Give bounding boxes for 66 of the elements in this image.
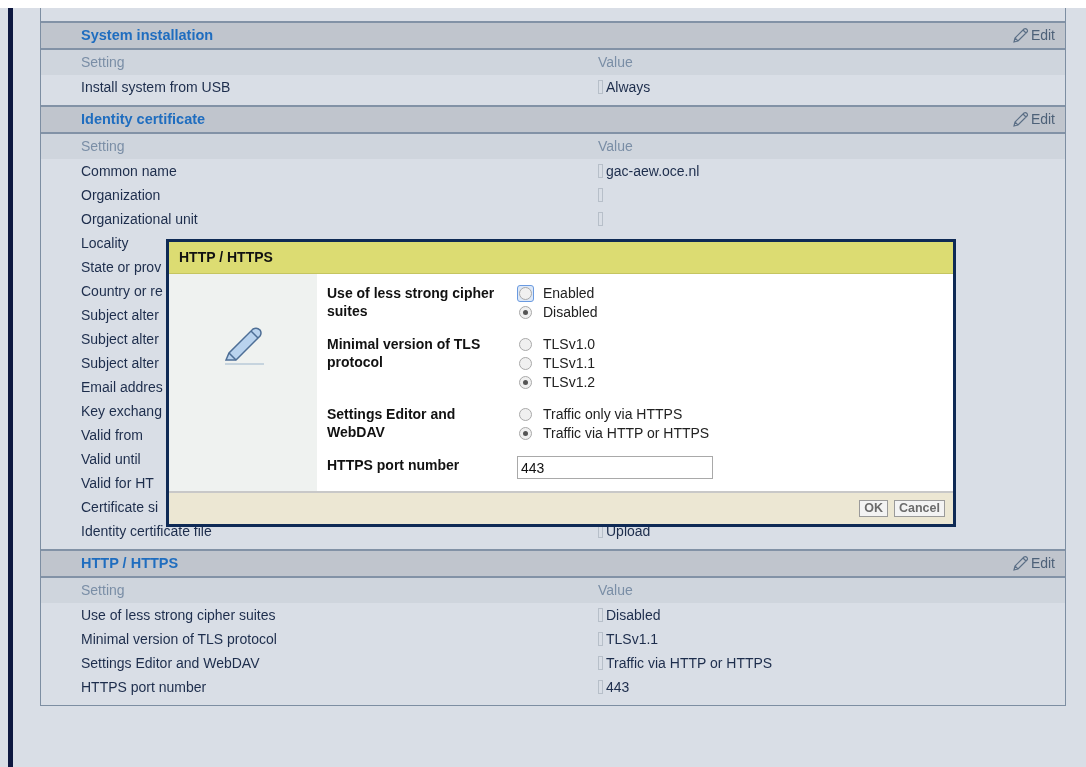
edit-link[interactable]: Edit (1009, 109, 1055, 130)
column-header: Setting (81, 581, 126, 600)
radio-button[interactable] (519, 426, 532, 440)
setting-label: Valid until (81, 450, 141, 467)
field-label: Minimal version of TLS protocol (327, 335, 482, 372)
setting-label: Minimal version of TLS protocol (81, 630, 277, 647)
setting-label: Subject alter (81, 330, 159, 347)
setting-label: Valid from (81, 426, 143, 443)
input-field[interactable]: 443 (517, 456, 713, 479)
setting-label: Certificate si (81, 498, 159, 515)
field-label: Use of less strong cipher suites (327, 284, 496, 321)
section-title: System installation (81, 25, 214, 45)
section-title: Identity certificate (81, 109, 206, 129)
section-title: HTTP / HTTPS (81, 553, 179, 573)
setting-label: Settings Editor and WebDAV (81, 654, 260, 671)
radio-button[interactable] (519, 407, 532, 421)
setting-label: Organization (81, 186, 161, 203)
setting-label: State or prov (81, 258, 162, 275)
setting-value: Traffic via HTTP or HTTPS (606, 653, 773, 673)
column-header: Value (598, 137, 633, 156)
radio-button[interactable] (519, 305, 532, 319)
radio-option[interactable]: Disabled (517, 303, 598, 321)
radio-option[interactable]: TLSv1.0 (517, 335, 596, 353)
dialog-title: HTTP / HTTPS (169, 242, 953, 274)
field-label: Settings Editor and WebDAV (327, 405, 457, 442)
setting-label: HTTPS port number (81, 678, 207, 695)
setting-value: gac-aew.oce.nl (606, 161, 700, 181)
field-label: HTTPS port number (327, 456, 461, 475)
setting-label: Install system from USB (81, 78, 231, 95)
setting-label: Common name (81, 162, 177, 179)
radio-option[interactable]: Enabled (517, 284, 598, 302)
radio-button[interactable] (519, 337, 532, 351)
cancel-button[interactable]: Cancel (894, 500, 945, 517)
setting-value: TLSv1.1 (606, 629, 659, 649)
radio-label: Traffic only via HTTPS (543, 405, 683, 423)
column-header: Setting (81, 137, 126, 156)
setting-label: Key exchang (81, 402, 162, 419)
setting-value: 443 (606, 677, 630, 697)
radio-button[interactable] (519, 286, 532, 300)
radio-option[interactable]: TLSv1.2 (517, 373, 596, 391)
setting-value: Upload (606, 521, 651, 541)
radio-button[interactable] (519, 375, 532, 389)
ok-button[interactable]: OK (859, 500, 888, 517)
radio-option[interactable]: Traffic only via HTTPS (517, 405, 710, 423)
setting-label: Organizational unit (81, 210, 198, 227)
setting-label: Locality (81, 234, 129, 251)
setting-label: Subject alter (81, 306, 159, 323)
setting-label: Use of less strong cipher suites (81, 606, 276, 623)
radio-label: TLSv1.0 (543, 335, 596, 353)
radio-label: Enabled (543, 284, 595, 302)
setting-label: Country or re (81, 282, 163, 299)
setting-label: Subject alter (81, 354, 159, 371)
setting-value: Disabled (606, 605, 661, 625)
column-header: Setting (81, 53, 126, 72)
setting-label: Valid for HT (81, 474, 154, 491)
radio-button[interactable] (519, 356, 532, 370)
radio-label: TLSv1.2 (543, 373, 596, 391)
edit-link[interactable]: Edit (1009, 553, 1055, 574)
radio-label: Disabled (543, 303, 598, 321)
edit-link[interactable]: Edit (1009, 25, 1055, 46)
column-header: Value (598, 581, 633, 600)
setting-value: Always (606, 77, 651, 97)
radio-label: TLSv1.1 (543, 354, 596, 372)
radio-option[interactable]: TLSv1.1 (517, 354, 596, 372)
setting-label: Email addres (81, 378, 163, 395)
column-header: Value (598, 53, 633, 72)
